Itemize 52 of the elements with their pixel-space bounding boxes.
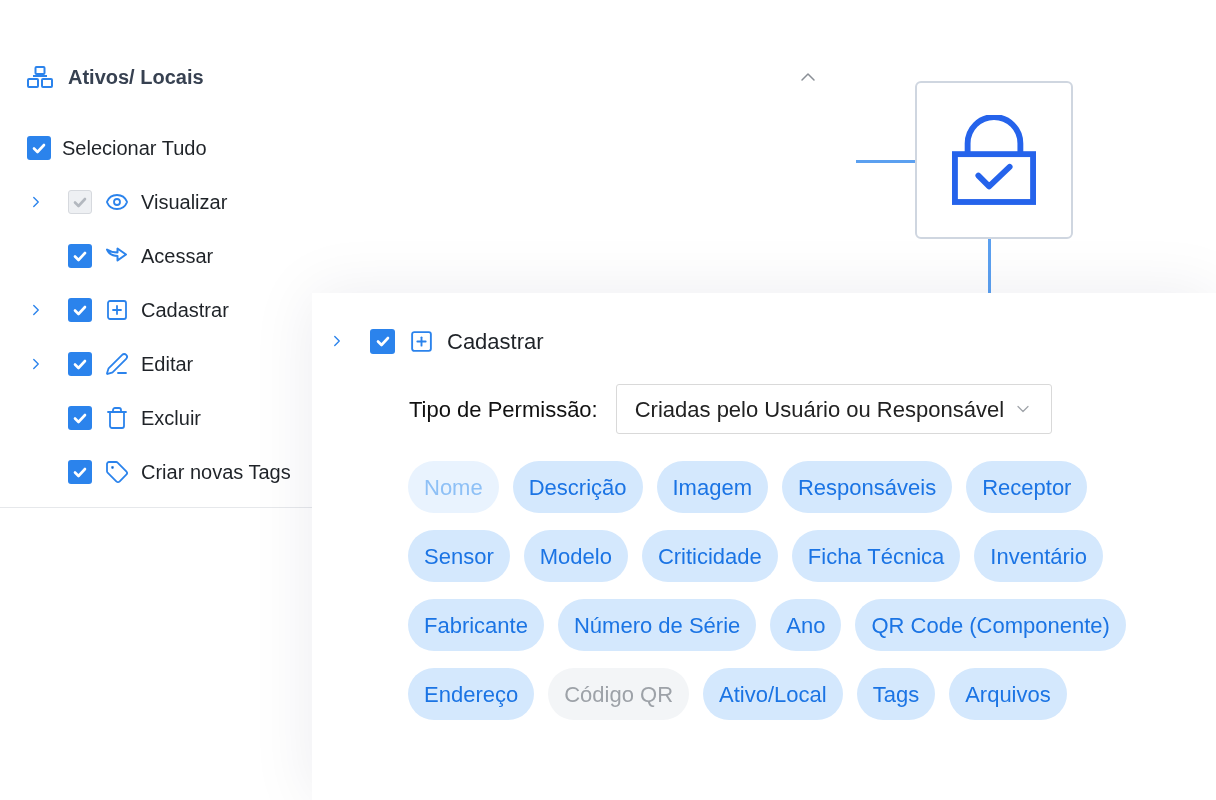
field-tag[interactable]: Endereço (408, 668, 535, 720)
check-icon (73, 358, 87, 370)
trash-icon (105, 406, 129, 430)
field-tag[interactable]: Tags (856, 668, 936, 720)
permission-label: Excluir (141, 406, 201, 431)
field-tag[interactable]: Descrição (512, 461, 643, 513)
checkbox[interactable] (68, 298, 92, 322)
field-tag[interactable]: Número de Série (557, 599, 757, 651)
group-title: Ativos/ Locais (68, 65, 204, 90)
plus-square-icon (409, 328, 434, 354)
field-tag[interactable]: QR Code (Componente) (855, 599, 1126, 651)
field-tag[interactable]: Modelo (523, 530, 628, 582)
connector-line (988, 239, 991, 293)
select-all-label: Selecionar Tudo (62, 136, 207, 161)
checkbox[interactable] (68, 406, 92, 430)
field-tag[interactable]: Ficha Técnica (791, 530, 961, 582)
permission-label: Cadastrar (447, 327, 544, 356)
plus-square-icon (105, 298, 129, 322)
permission-label: Criar novas Tags (141, 460, 291, 485)
check-icon (73, 412, 87, 424)
check-icon (73, 250, 87, 262)
field-tag[interactable]: Arquivos (949, 668, 1067, 720)
permission-type-select[interactable]: Criadas pelo Usuário ou Responsável (615, 384, 1052, 434)
checkbox[interactable] (370, 328, 395, 354)
tag-icon (105, 460, 129, 484)
permission-label: Cadastrar (141, 298, 229, 323)
lock-check-icon (952, 115, 1036, 205)
pencil-icon (105, 352, 129, 376)
field-tag[interactable]: Receptor (966, 461, 1088, 513)
permission-label: Acessar (141, 244, 214, 269)
stacked-boxes-icon (27, 66, 53, 88)
check-icon (73, 196, 87, 208)
field-tag[interactable]: Fabricante (408, 599, 544, 651)
field-tag[interactable]: Ativo/Local (703, 668, 843, 720)
connector-line (856, 160, 915, 163)
checkbox[interactable] (68, 244, 92, 268)
check-icon (375, 335, 390, 347)
permission-label: Editar (141, 352, 194, 377)
permission-type-label: Tipo de Permissão: (409, 395, 598, 424)
field-tag[interactable]: Sensor (408, 530, 510, 582)
field-tag[interactable]: Ano (770, 599, 842, 651)
check-icon (73, 466, 87, 478)
field-tag[interactable]: Responsáveis (782, 461, 953, 513)
check-icon (32, 142, 46, 154)
field-tag[interactable]: Imagem (656, 461, 768, 513)
field-tag[interactable]: Criticidade (641, 530, 778, 582)
checkbox[interactable] (27, 136, 51, 160)
checkbox[interactable] (68, 460, 92, 484)
checkbox[interactable] (68, 352, 92, 376)
check-icon (73, 304, 87, 316)
permission-label: Visualizar (141, 190, 228, 215)
field-tag[interactable]: Inventário (974, 530, 1103, 582)
